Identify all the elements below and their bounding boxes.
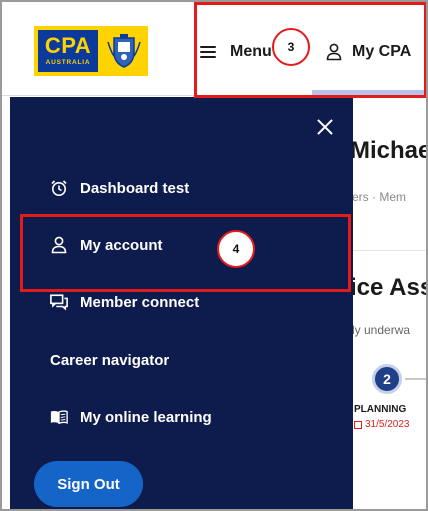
- nav-item-label: Member connect: [80, 293, 200, 311]
- annotation-marker-3: 3: [272, 28, 310, 66]
- annotation-marker-4: 4: [217, 230, 255, 268]
- page-title: Michae: [350, 137, 428, 164]
- alarm-clock-icon: [50, 179, 68, 197]
- step-indicator[interactable]: 2: [372, 364, 402, 394]
- section-text: ly underwa: [352, 323, 411, 337]
- nav-item-label: My online learning: [80, 408, 212, 426]
- nav-item-label: Dashboard test: [80, 179, 190, 197]
- book-icon: [50, 408, 68, 426]
- nav-item-my-online-learning[interactable]: My online learning: [50, 405, 212, 429]
- nav-item-dashboard-test[interactable]: Dashboard test: [50, 176, 189, 200]
- cpa-australia-logo[interactable]: CPA AUSTRALIA: [34, 26, 148, 76]
- annotation-box-4: [20, 214, 351, 292]
- nav-item-label: Career navigator: [50, 351, 170, 369]
- step-connector: [405, 378, 428, 380]
- breadcrumb: ers · Mem: [352, 190, 406, 204]
- nav-item-career-navigator[interactable]: Career navigator: [50, 348, 169, 372]
- annotation-box-3: [194, 2, 427, 98]
- close-icon[interactable]: [314, 116, 336, 138]
- crest-icon: [107, 34, 141, 68]
- logo-wordmark: CPA AUSTRALIA: [38, 30, 98, 72]
- chat-icon: [50, 293, 68, 311]
- logo-subtitle: AUSTRALIA: [45, 59, 91, 66]
- calendar-icon: [354, 420, 362, 429]
- nav-item-member-connect[interactable]: Member connect: [50, 290, 199, 314]
- logo-text: CPA: [44, 33, 92, 58]
- step-date: 31/5/2023: [354, 419, 410, 430]
- divider: [352, 250, 428, 251]
- navigation-drawer: Dashboard test My account Member connect…: [10, 97, 353, 511]
- step-label: PLANNING: [354, 404, 407, 415]
- sign-out-button[interactable]: Sign Out: [34, 461, 143, 507]
- section-heading: ice Ass: [350, 274, 428, 301]
- step-date-text: 31/5/2023: [365, 419, 410, 430]
